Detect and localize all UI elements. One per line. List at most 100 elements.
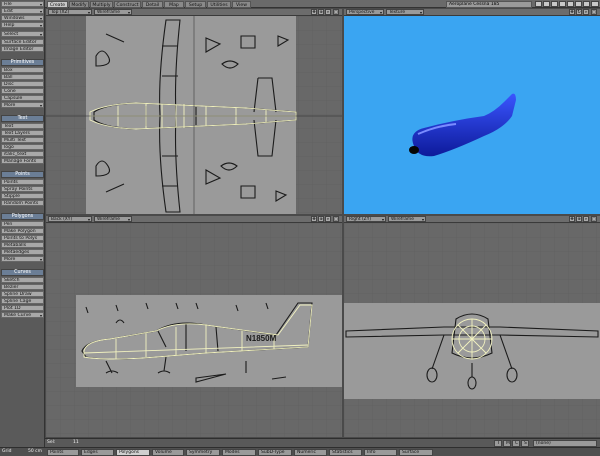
points-to-polys-button[interactable]: Points to Polys bbox=[1, 235, 44, 241]
layer-button-8[interactable] bbox=[591, 1, 599, 7]
subd-type-button[interactable]: SubD-Type bbox=[258, 449, 292, 456]
statistics-button[interactable]: Statistics bbox=[329, 449, 362, 456]
edit-menu[interactable]: Edit bbox=[1, 8, 44, 14]
viewport-right-canvas[interactable] bbox=[344, 223, 600, 437]
cone-button[interactable]: Cone bbox=[1, 88, 44, 94]
render-mode-select[interactable]: Wireframe bbox=[388, 216, 426, 222]
flag-c-button[interactable]: C bbox=[512, 440, 520, 447]
bezier-button[interactable]: Bezier bbox=[1, 284, 44, 290]
volume-button[interactable]: Volume bbox=[152, 449, 184, 456]
capsule-button[interactable]: Capsule bbox=[1, 95, 44, 101]
metaedges-button[interactable]: Metaedges bbox=[1, 249, 44, 255]
make-polygon-button[interactable]: Make Polygon bbox=[1, 228, 44, 234]
modes-button[interactable]: Modes bbox=[222, 449, 256, 456]
tab-setup[interactable]: Setup bbox=[185, 1, 206, 8]
manage-fonts-button[interactable]: Manage Fonts bbox=[1, 158, 44, 164]
select-menu[interactable]: Select bbox=[1, 31, 44, 37]
surface-button[interactable]: Surface bbox=[399, 449, 433, 456]
logo-button[interactable]: logo bbox=[1, 144, 44, 150]
render-mode-select[interactable]: Texture bbox=[386, 9, 424, 15]
text-button[interactable]: Text bbox=[1, 123, 44, 129]
spline-draw-button[interactable]: Spline Draw bbox=[1, 291, 44, 297]
edges-mode-button[interactable]: Edges bbox=[81, 449, 114, 456]
tab-create[interactable]: Create bbox=[47, 1, 68, 8]
info-button[interactable]: Info bbox=[364, 449, 397, 456]
view-type-select[interactable]: Top (XZ) bbox=[48, 9, 92, 15]
view-type-select[interactable]: Right (ZY) bbox=[346, 216, 386, 222]
tab-construct[interactable]: Construct bbox=[114, 1, 141, 8]
viewport-back[interactable]: Back (XY) Wireframe ✥ ⊕ ⌕ □ N1850M bbox=[46, 216, 342, 437]
pen-button[interactable]: Pen bbox=[1, 221, 44, 227]
maximize-view-icon[interactable]: □ bbox=[333, 216, 339, 222]
render-mode-select[interactable]: Wireframe bbox=[94, 216, 132, 222]
disc-button[interactable]: Disc bbox=[1, 81, 44, 87]
zoom-view-icon[interactable]: ⊕ bbox=[318, 216, 324, 222]
tab-view[interactable]: View bbox=[232, 1, 251, 8]
fit-view-icon[interactable]: ⌕ bbox=[583, 9, 589, 15]
polygons-mode-button[interactable]: Polygons bbox=[116, 449, 150, 456]
viewport-perspective-canvas[interactable] bbox=[344, 16, 600, 214]
multi-text-button[interactable]: Multi Text bbox=[1, 137, 44, 143]
surface-editor-button[interactable]: Surface Editor bbox=[1, 39, 44, 45]
ball-button[interactable]: Ball bbox=[1, 74, 44, 80]
fit-view-icon[interactable]: ⌕ bbox=[325, 9, 331, 15]
viewport-right[interactable]: Right (ZY) Wireframe ✥ ⊕ ⌕ □ bbox=[344, 216, 600, 437]
viewport-perspective[interactable]: Perspective Texture ✥ ↻ ⌕ □ bbox=[344, 9, 600, 214]
viewport-back-canvas[interactable]: N1850M bbox=[46, 223, 342, 437]
maximize-view-icon[interactable]: □ bbox=[333, 9, 339, 15]
file-menu[interactable]: File bbox=[1, 1, 44, 7]
spray-points-button[interactable]: Spray Points bbox=[1, 186, 44, 192]
flag-m-button[interactable]: M bbox=[503, 440, 511, 447]
layer-button-6[interactable] bbox=[575, 1, 582, 7]
symmetry-button[interactable]: Symmetry bbox=[186, 449, 220, 456]
view-type-select[interactable]: Back (XY) bbox=[48, 216, 92, 222]
sketch-button[interactable]: Sketch bbox=[1, 277, 44, 283]
spline-cage-button[interactable]: Spline Cage bbox=[1, 298, 44, 304]
windows-menu[interactable]: Windows bbox=[1, 15, 44, 21]
layer-button-4[interactable] bbox=[559, 1, 566, 7]
maximize-view-icon[interactable]: □ bbox=[591, 9, 597, 15]
points-button[interactable]: Points bbox=[1, 179, 44, 185]
selection-set-select[interactable]: (none) bbox=[533, 440, 597, 447]
move-view-icon[interactable]: ✥ bbox=[311, 9, 317, 15]
render-mode-select[interactable]: Wireframe bbox=[94, 9, 132, 15]
layer-button-7[interactable] bbox=[583, 1, 590, 7]
tab-utilities[interactable]: Utilities bbox=[207, 1, 231, 8]
tab-map[interactable]: Map bbox=[164, 1, 184, 8]
tab-detail[interactable]: Detail bbox=[142, 1, 163, 8]
tab-multiply[interactable]: Multiply bbox=[90, 1, 113, 8]
box-button[interactable]: Box bbox=[1, 67, 44, 73]
numeric-button[interactable]: Numeric bbox=[294, 449, 327, 456]
view-type-select[interactable]: Perspective bbox=[346, 9, 384, 15]
make-curve-button[interactable]: Make Curve bbox=[1, 312, 44, 318]
layer-button-5[interactable] bbox=[567, 1, 574, 7]
polygons-more-button[interactable]: More bbox=[1, 256, 44, 262]
points-mode-button[interactable]: Points bbox=[47, 449, 79, 456]
flag-s-button[interactable]: S bbox=[521, 440, 529, 447]
tab-modify[interactable]: Modify bbox=[69, 1, 89, 8]
fit-view-icon[interactable]: ⌕ bbox=[325, 216, 331, 222]
random-points-button[interactable]: Random Points bbox=[1, 200, 44, 206]
primitives-more-button[interactable]: More bbox=[1, 102, 44, 108]
move-view-icon[interactable]: ✥ bbox=[569, 216, 575, 222]
plot-1d-button[interactable]: Plot 1D bbox=[1, 305, 44, 311]
help-menu[interactable]: Help bbox=[1, 22, 44, 28]
move-view-icon[interactable]: ✥ bbox=[311, 216, 317, 222]
rotate-view-icon[interactable]: ↻ bbox=[576, 9, 582, 15]
zoom-view-icon[interactable]: ⊕ bbox=[318, 9, 324, 15]
image-editor-button[interactable]: Image Editor bbox=[1, 46, 44, 52]
stipple-button[interactable]: Stipple bbox=[1, 193, 44, 199]
fit-view-icon[interactable]: ⌕ bbox=[583, 216, 589, 222]
maximize-view-icon[interactable]: □ bbox=[591, 216, 597, 222]
layer-button-3[interactable] bbox=[551, 1, 558, 7]
flag-t-button[interactable]: T bbox=[494, 440, 502, 447]
scene-selector[interactable]: Aeroplane Cessna 185 bbox=[446, 1, 532, 8]
zoom-view-icon[interactable]: ⊕ bbox=[576, 216, 582, 222]
text-layers-button[interactable]: Text Layers bbox=[1, 130, 44, 136]
viewport-top[interactable]: Top (XZ) Wireframe ✥ ⊕ ⌕ □ bbox=[46, 9, 342, 214]
layer-button-2[interactable] bbox=[543, 1, 550, 7]
layer-button-1[interactable] bbox=[535, 1, 542, 7]
metaballs-button[interactable]: Metaballs bbox=[1, 242, 44, 248]
italic-text-button[interactable]: italic_text bbox=[1, 151, 44, 157]
viewport-top-canvas[interactable] bbox=[46, 16, 342, 214]
